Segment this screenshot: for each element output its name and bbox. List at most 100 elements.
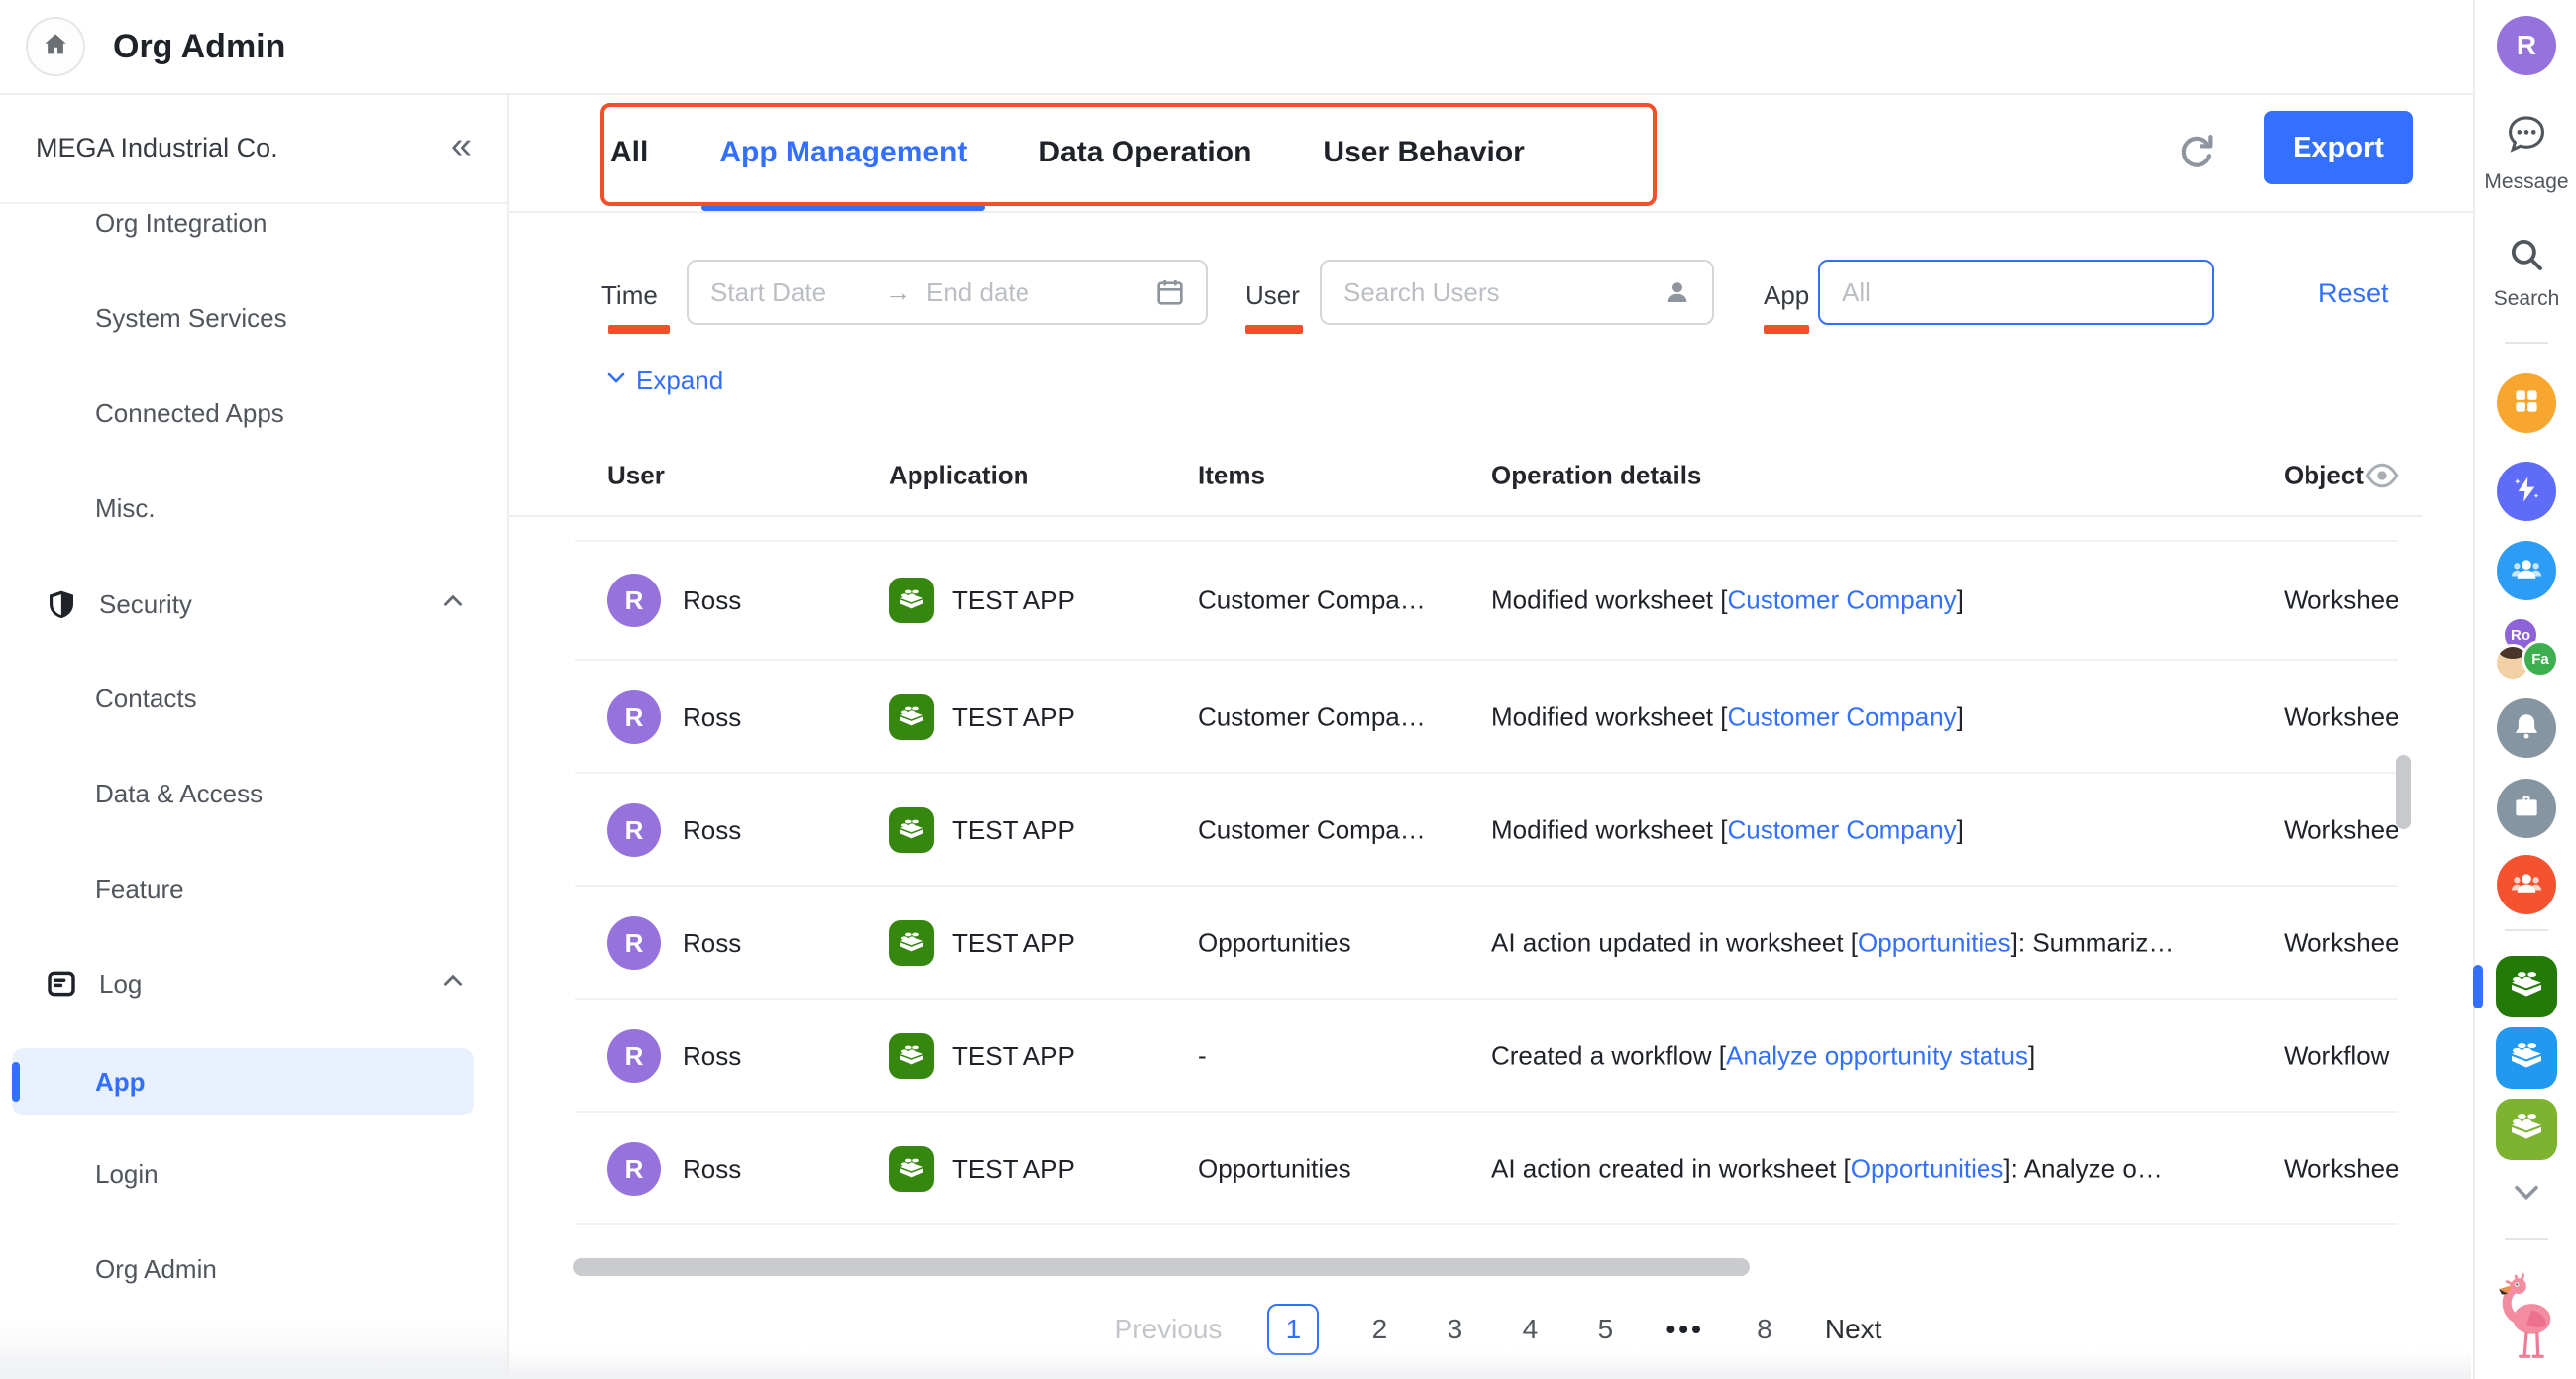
vertical-scrollbar-thumb[interactable] [2396,755,2411,829]
op-link[interactable]: Opportunities [1851,1154,2004,1184]
chevron-up-icon[interactable] [440,588,466,621]
sidebar-item-org-integration[interactable]: Org Integration [0,189,507,257]
pagination-page-5[interactable]: 5 [1590,1314,1620,1345]
tab-user-behavior[interactable]: User Behavior [1323,94,1524,211]
people-icon [2509,551,2544,591]
op-link[interactable]: Opportunities [1858,928,2011,958]
red-underline-time [608,325,670,334]
contacts-button[interactable] [2497,541,2556,600]
start-date-input[interactable] [708,276,871,309]
tab-all[interactable]: All [610,94,648,211]
refresh-button[interactable] [2174,131,2219,176]
sidebar-item-label: App [95,1067,146,1098]
op-link[interactable]: Analyze opportunity status [1726,1041,2028,1071]
app-filter-box[interactable] [1818,260,2214,325]
op-text: Modified worksheet [ [1491,815,1727,845]
pagination-page-4[interactable]: 4 [1515,1314,1545,1345]
pagination-next[interactable]: Next [1825,1314,1882,1345]
red-underline-app [1764,325,1809,334]
operation-cell: AI action created in worksheet [Opportun… [1491,1154,2272,1185]
sidebar-item-org-admin[interactable]: Org Admin [0,1235,507,1303]
profile-avatar[interactable]: R [2497,16,2556,75]
sidebar-item-login[interactable]: Login [0,1140,507,1208]
user-search-input[interactable] [1342,276,1603,309]
op-text: Modified worksheet [ [1491,702,1727,732]
left-sidebar: MEGA Industrial Co. « Org Integration Sy… [0,94,509,1379]
table-row[interactable]: RRoss TEST APP Opportunities AI action u… [509,887,2398,1000]
sidebar-item-connected-apps[interactable]: Connected Apps [0,379,507,447]
date-range-picker[interactable]: → [687,260,1208,325]
sidebar-item-feature[interactable]: Feature [0,855,507,922]
application-cell: TEST APP [889,694,1075,740]
pagination-page-3[interactable]: 3 [1440,1314,1469,1345]
object-cell: Workflow [2284,1041,2398,1072]
quick-actions-button[interactable] [2497,462,2556,521]
sidebar-item-misc[interactable]: Misc. [0,475,507,542]
sidebar-item-system-services[interactable]: System Services [0,284,507,352]
user-search-box[interactable] [1320,260,1714,325]
flamingo-sticker[interactable] [2491,1266,2562,1366]
items-cell: Opportunities [1198,1154,1477,1185]
end-date-input[interactable] [924,276,1067,309]
operation-cell: Modified worksheet [Customer Company] [1491,585,2272,616]
table-row[interactable]: RRoss TEST APP Customer Compa… Modified … [509,540,2398,661]
chevron-up-icon[interactable] [440,968,466,1001]
op-link[interactable]: Customer Company [1727,585,1956,615]
home-button[interactable] [26,17,85,76]
object-cell: Worksheet [2284,702,2398,733]
sidebar-item-contacts[interactable]: Contacts [0,665,507,732]
items-cell: Customer Compa… [1198,815,1477,846]
shield-icon [46,587,79,621]
sidebar-group-log[interactable]: Log [0,950,507,1017]
object-cell: Worksheet [2284,928,2398,959]
table-body: RRoss TEST APP Customer Compa… Modified … [509,540,2398,1227]
table-row[interactable]: RRoss TEST APP Customer Compa… Modified … [509,661,2398,774]
app-filter-input[interactable] [1840,276,2171,309]
tab-app-management[interactable]: App Management [719,94,967,211]
workplace-button[interactable] [2497,779,2556,838]
sidebar-group-security[interactable]: Security [0,571,507,638]
notifications-button[interactable] [2497,698,2556,758]
apps-grid-button[interactable] [2497,373,2556,433]
person-icon [1663,277,1692,307]
pagination-page-8[interactable]: 8 [1750,1314,1779,1345]
app-light-green-button[interactable] [2496,1099,2557,1160]
column-header-object-clip: Object [2284,436,2365,515]
tab-data-operation[interactable]: Data Operation [1038,94,1251,211]
pagination: Previous 1 2 3 4 5 ••• 8 Next [509,1301,2423,1358]
briefcase-icon [2511,791,2542,827]
hr-people-button[interactable] [2497,855,2556,914]
table-row[interactable]: RRoss TEST APP - Created a workflow [Ana… [509,1000,2398,1113]
table-row[interactable]: RRoss TEST APP Opportunities AI action c… [509,1113,2398,1225]
op-text: ]: Analyze o… [2003,1154,2162,1184]
reset-link[interactable]: Reset [2318,278,2389,309]
app-blue-button[interactable] [2496,1027,2557,1089]
object-cell: Worksheet [2284,1154,2398,1185]
sidebar-collapse-icon[interactable]: « [451,127,472,170]
column-header-user: User [607,461,665,491]
export-button[interactable]: Export [2264,111,2413,184]
pagination-ellipsis[interactable]: ••• [1665,1314,1703,1345]
application-cell: TEST APP [889,1033,1075,1079]
search-button[interactable] [2506,234,2547,280]
sidebar-item-data-access[interactable]: Data & Access [0,760,507,827]
op-text: AI action updated in worksheet [ [1491,928,1858,958]
eye-icon[interactable] [2364,458,2400,493]
table-header: User Application Items Operation details… [509,436,2423,517]
table-row[interactable]: RRoss TEST APP Customer Compa… Modified … [509,774,2398,887]
rail-more-button[interactable] [2510,1175,2543,1214]
app-brick-icon [889,578,934,623]
sidebar-item-app[interactable]: App [0,1048,507,1115]
message-button[interactable] [2504,111,2549,161]
pagination-previous[interactable]: Previous [1115,1314,1223,1345]
tab-label: User Behavior [1323,136,1524,169]
pagination-page-2[interactable]: 2 [1364,1314,1394,1345]
org-switcher[interactable]: MEGA Industrial Co. « [0,94,507,204]
pagination-page-1[interactable]: 1 [1267,1304,1319,1355]
op-link[interactable]: Customer Company [1727,702,1956,732]
horizontal-scrollbar-thumb[interactable] [573,1258,1750,1276]
shared-space-avatars[interactable]: Ro Fa [2494,618,2559,684]
app-dark-green-button[interactable] [2496,956,2557,1017]
expand-toggle[interactable]: Expand [604,366,723,396]
op-link[interactable]: Customer Company [1727,815,1956,845]
